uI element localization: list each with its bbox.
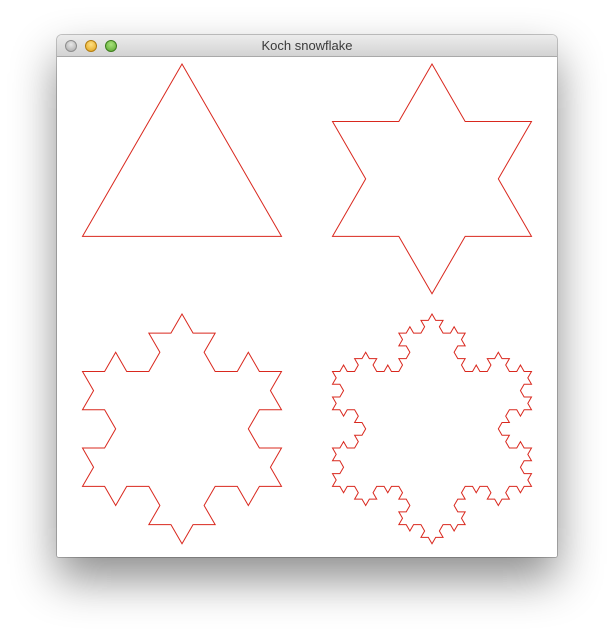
koch-drawing [81,62,533,545]
koch-snowflake-iteration-0 [81,62,283,237]
window-title: Koch snowflake [261,38,353,53]
koch-snowflake-iteration-2 [81,313,283,545]
koch-snowflake-iteration-3 [331,313,533,545]
drawing-canvas [57,57,557,557]
app-window: Koch snowflake [57,35,557,557]
title-bar[interactable]: Koch snowflake [57,35,557,57]
koch-snowflake-iteration-1 [331,63,533,295]
desktop: Koch snowflake [0,0,614,636]
